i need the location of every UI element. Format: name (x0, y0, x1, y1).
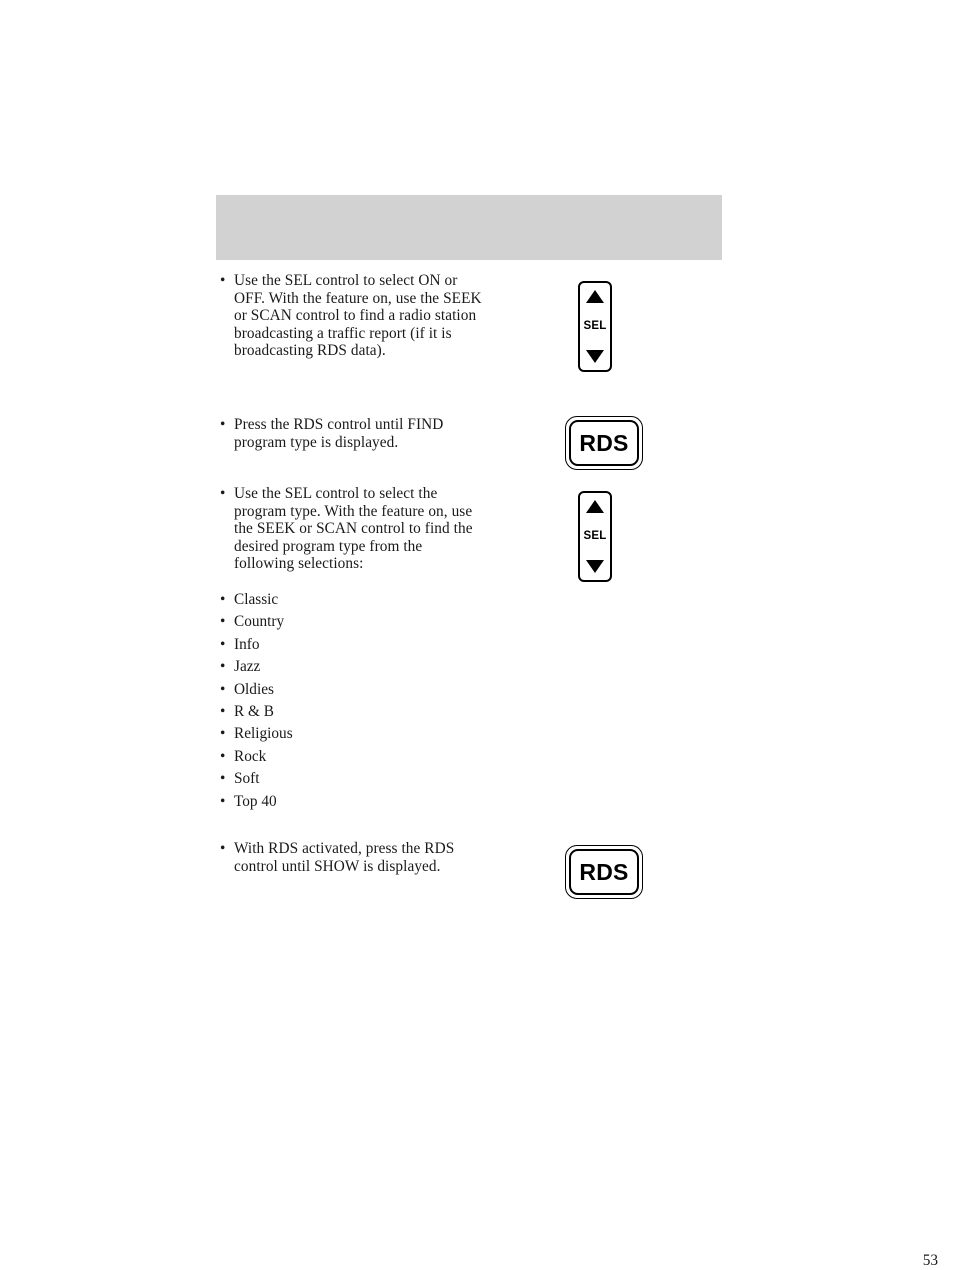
list-item: • Jazz (216, 656, 476, 678)
step-row-4: • With RDS activated, press the RDS cont… (216, 840, 722, 875)
program-type-label: Religious (234, 725, 293, 743)
step-1-text: Use the SEL control to select ON or OFF.… (234, 272, 482, 360)
rds-control-illustration-2[interactable]: RDS (565, 845, 643, 899)
step-3-paragraph: • Use the SEL control to select the prog… (216, 485, 486, 573)
program-type-label: Soft (234, 770, 260, 788)
step-row-3: • Use the SEL control to select the prog… (216, 485, 722, 573)
list-item: • Soft (216, 768, 476, 790)
step-row-1: • Use the SEL control to select ON or OF… (216, 272, 722, 360)
bullet-glyph: • (220, 613, 226, 631)
bullet-glyph: • (220, 725, 226, 743)
triangle-down-icon[interactable] (586, 350, 604, 363)
bullet-glyph: • (220, 747, 226, 765)
section-header-band (216, 195, 722, 260)
bullet-glyph: • (220, 702, 226, 720)
program-type-label: Classic (234, 591, 279, 608)
program-type-label: Rock (234, 747, 267, 765)
bullet-glyph: • (220, 485, 226, 502)
bullet-glyph: • (220, 416, 226, 433)
rds-button-label: RDS (579, 429, 629, 456)
bullet-glyph: • (220, 792, 226, 810)
program-type-label: Top 40 (234, 792, 277, 810)
step-4-paragraph: • With RDS activated, press the RDS cont… (216, 840, 486, 875)
sel-control-illustration-1[interactable]: SEL (578, 281, 612, 372)
program-type-label: Jazz (234, 658, 261, 676)
triangle-down-icon[interactable] (586, 560, 604, 573)
rds-button-label: RDS (579, 858, 629, 885)
program-type-label: Country (234, 613, 285, 631)
sel-control-illustration-2[interactable]: SEL (578, 491, 612, 582)
list-item: • Top 40 (216, 791, 476, 813)
triangle-up-icon[interactable] (586, 500, 604, 513)
step-1-paragraph: • Use the SEL control to select ON or OF… (216, 272, 486, 360)
list-item: • Oldies (216, 679, 476, 701)
step-2-paragraph: • Press the RDS control until FIND progr… (216, 416, 486, 451)
triangle-up-icon[interactable] (586, 290, 604, 303)
step-2-text: Press the RDS control until FIND program… (234, 416, 444, 451)
step-3-text: Use the SEL control to select the progra… (234, 485, 473, 573)
step-row-2: • Press the RDS control until FIND progr… (216, 416, 722, 451)
list-item: • Classic (216, 589, 476, 611)
bullet-glyph: • (220, 272, 226, 289)
sel-button-label: SEL (583, 319, 607, 332)
rds-control-illustration-1[interactable]: RDS (565, 416, 643, 470)
manual-page: • Use the SEL control to select ON or OF… (0, 0, 954, 1269)
list-item: • Religious (216, 723, 476, 745)
program-type-label: R & B (234, 702, 274, 720)
bullet-glyph: • (220, 658, 226, 676)
bullet-glyph: • (220, 591, 226, 608)
bullet-glyph: • (220, 680, 226, 698)
bullet-glyph: • (220, 840, 226, 857)
rds-button-inner-frame: RDS (569, 420, 639, 466)
list-item: • Country (216, 611, 476, 633)
list-item: • Rock (216, 746, 476, 768)
program-type-label: Oldies (234, 680, 274, 698)
bullet-glyph: • (220, 635, 226, 653)
bullet-glyph: • (220, 770, 226, 788)
sel-button-label: SEL (583, 529, 607, 542)
program-type-list: • Classic • Country • Info • Jazz • Oldi… (216, 589, 476, 813)
list-item: • Info (216, 634, 476, 656)
rds-button-inner-frame: RDS (569, 849, 639, 895)
program-type-label: Info (234, 635, 260, 653)
list-item: • R & B (216, 701, 476, 723)
step-4-text: With RDS activated, press the RDS contro… (234, 840, 455, 875)
page-number: 53 (922, 1252, 938, 1269)
